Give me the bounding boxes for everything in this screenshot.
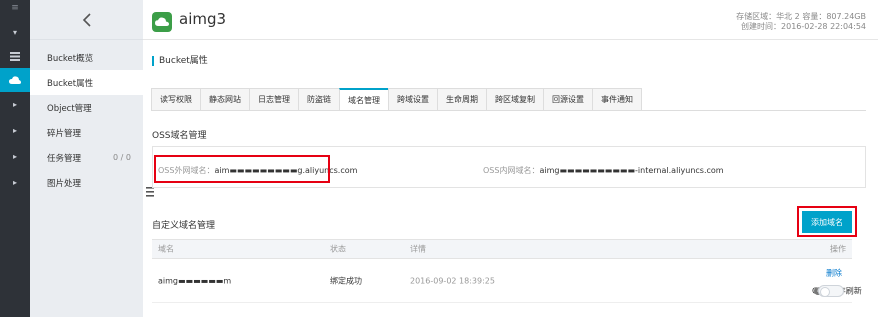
- tab-event-notification[interactable]: 事件通知: [592, 88, 642, 111]
- bucket-meta: 存储区域：华北 2 容量：807.24GB 创建时间：2016-02-28 22…: [736, 12, 866, 32]
- bucket-subnav: Bucket概览 Bucket属性 Object管理 碎片管理 任务管理 0 / …: [30, 0, 143, 317]
- custom-domain-title: 自定义域名管理: [152, 221, 216, 231]
- section-title: Bucket属性: [152, 56, 208, 66]
- task-count: 0 / 0: [113, 153, 131, 162]
- list-icon[interactable]: [0, 44, 30, 68]
- chevron-right-icon[interactable]: ▸: [0, 118, 30, 142]
- tab-cors-settings[interactable]: 跨域设置: [388, 88, 437, 111]
- oss-internal-value: aimg▬▬▬▬▬▬▬▬▬▬-internal.aliyuncs.com: [539, 166, 724, 175]
- tab-log-management[interactable]: 日志管理: [249, 88, 298, 111]
- menu-icon[interactable]: ≡: [0, 0, 30, 16]
- column-status: 状态: [330, 244, 346, 254]
- created-time: 创建时间：2016-02-28 22:04:54: [741, 22, 866, 31]
- tab-static-website[interactable]: 静态网站: [200, 88, 249, 111]
- tab-domain-management[interactable]: 域名管理: [339, 88, 388, 111]
- subnav-item-fragment-management[interactable]: 碎片管理: [30, 120, 143, 145]
- tab-lifecycle[interactable]: 生命周期: [437, 88, 486, 111]
- collapse-icon[interactable]: ▾: [0, 20, 30, 44]
- chevron-right-icon[interactable]: ▸: [0, 144, 30, 168]
- subnav-item-bucket-properties[interactable]: Bucket属性: [30, 70, 143, 95]
- tab-cross-region-replication[interactable]: 跨区域复制: [486, 88, 543, 111]
- header-divider: [143, 39, 878, 40]
- bucket-cloud-icon: [152, 12, 172, 32]
- tab-origin-settings[interactable]: 回源设置: [543, 88, 592, 111]
- chevron-right-icon[interactable]: ▸: [0, 170, 30, 194]
- row-status: 绑定成功: [330, 276, 362, 285]
- property-tabs: 读写权限 静态网站 日志管理 防盗链 域名管理 跨域设置 生命周期 跨区域复制 …: [151, 88, 642, 111]
- row-domain: aimg▬▬▬▬▬▬m: [158, 276, 232, 285]
- delete-link[interactable]: 删除: [826, 268, 842, 279]
- left-rail: ≡ ▾ ▸ ▸ ▸ ▸: [0, 0, 30, 317]
- back-button[interactable]: [30, 0, 143, 40]
- region-capacity: 存储区域：华北 2 容量：807.24GB: [736, 12, 866, 21]
- tabs-divider: [151, 110, 866, 111]
- subnav-item-object-management[interactable]: Object管理: [30, 95, 143, 120]
- chevron-right-icon[interactable]: ▸: [0, 92, 30, 116]
- chevron-left-icon: [82, 12, 91, 27]
- tab-read-write-permission[interactable]: 读写权限: [151, 88, 200, 111]
- annotation-highlight-external-domain: [154, 155, 330, 183]
- tab-hotlink-protection[interactable]: 防盗链: [298, 88, 339, 111]
- table-row: aimg▬▬▬▬▬▬m 绑定成功 2016-09-02 18:39:25 删除 …: [152, 259, 862, 303]
- table-header: 域名 状态 详情 操作: [152, 239, 852, 259]
- custom-domain-table: 域名 状态 详情 操作 aimg▬▬▬▬▬▬m 绑定成功 2016-09-02 …: [152, 239, 862, 303]
- bucket-name: aimg3: [179, 10, 227, 28]
- oss-internal-domain: OSS内网域名：aimg▬▬▬▬▬▬▬▬▬▬-internal.aliyuncs…: [483, 165, 724, 176]
- cloud-storage-icon[interactable]: [0, 68, 30, 92]
- oss-domain-title: OSS域名管理: [152, 131, 207, 141]
- oss-internal-label: OSS内网域名：: [483, 166, 540, 175]
- column-domain: 域名: [158, 244, 174, 254]
- subnav-item-bucket-overview[interactable]: Bucket概览: [30, 45, 143, 70]
- annotation-highlight-add-button: [797, 206, 857, 237]
- subnav-item-task-management[interactable]: 任务管理 0 / 0: [30, 145, 143, 170]
- cdn-refresh-toggle[interactable]: [818, 285, 844, 297]
- subnav-item-image-processing[interactable]: 图片处理: [30, 170, 143, 195]
- column-detail: 详情: [410, 244, 426, 254]
- column-actions: 操作: [830, 244, 846, 254]
- row-detail: 2016-09-02 18:39:25: [410, 276, 495, 285]
